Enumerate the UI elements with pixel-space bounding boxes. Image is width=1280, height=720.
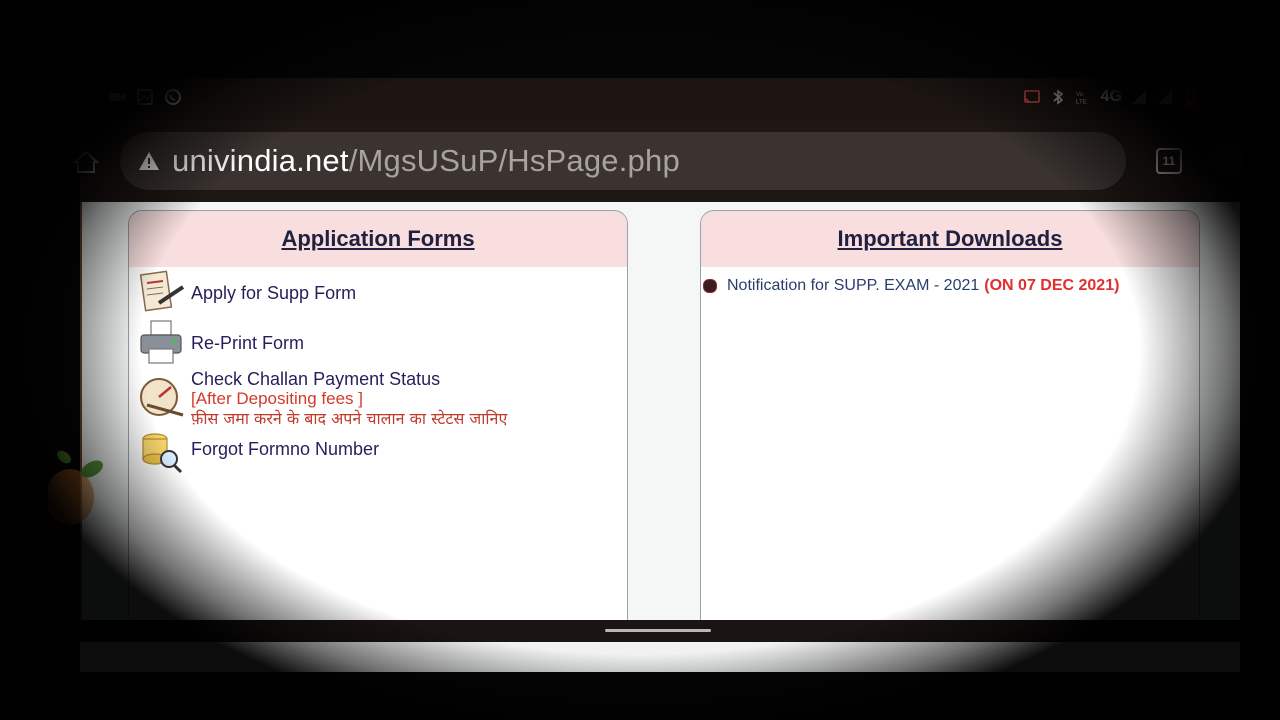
svg-text:LTE: LTE — [1076, 98, 1087, 105]
warning-icon[interactable] — [138, 150, 160, 172]
page-divider — [80, 202, 82, 620]
check-challan-status-link[interactable]: Check Challan Payment Status [After Depo… — [137, 369, 507, 429]
phone-screen: Vo LTE 4G univindia.net/MgsUSuP/HsPage.ph… — [0, 0, 1280, 720]
form-pen-icon — [137, 269, 185, 315]
bullet-icon — [703, 279, 717, 293]
address-bar[interactable]: univindia.net/MgsUSuP/HsPage.php — [120, 132, 1126, 190]
apply-supp-form-label: Apply for Supp Form — [191, 283, 357, 303]
status-right: Vo LTE 4G — [1023, 88, 1200, 106]
status-left — [108, 88, 182, 106]
search-database-icon — [137, 429, 185, 475]
printer-icon — [137, 319, 185, 365]
signal-icon — [1130, 88, 1148, 106]
browser-toolbar: univindia.net/MgsUSuP/HsPage.php 11 — [73, 120, 1244, 202]
volte-icon: Vo LTE — [1075, 88, 1093, 106]
reprint-form-link[interactable]: Re-Print Form — [137, 319, 304, 365]
important-downloads-title[interactable]: Important Downloads — [838, 226, 1063, 252]
notification-text[interactable]: Notification for SUPP. EXAM - 2021 — [727, 277, 979, 295]
whatsapp-icon — [164, 88, 182, 106]
notification-date: (ON 07 DEC 2021) — [984, 277, 1120, 294]
menu-button[interactable] — [1214, 146, 1244, 176]
after-depositing-note: [After Depositing fees ] — [191, 389, 363, 408]
gesture-nav-bar — [80, 620, 1240, 642]
signal-icon-2 — [1156, 88, 1174, 106]
network-type: 4G — [1100, 88, 1122, 105]
home-gesture-handle[interactable] — [605, 629, 711, 632]
gallery-icon — [136, 88, 154, 106]
panel-header: Application Forms — [129, 211, 627, 267]
application-forms-panel: Application Forms Apply for Supp Form Re… — [128, 210, 628, 620]
url-text[interactable]: univindia.net/MgsUSuP/HsPage.php — [172, 143, 680, 179]
url-domain: univindia.net — [172, 143, 349, 178]
home-button[interactable] — [66, 144, 106, 180]
svg-text:Vo: Vo — [1076, 91, 1084, 98]
bottom-page-strip — [80, 642, 1240, 672]
status-bar: Vo LTE 4G — [80, 78, 1240, 120]
check-challan-status-label: Check Challan Payment Status — [191, 369, 441, 389]
apply-supp-form-link[interactable]: Apply for Supp Form — [137, 269, 356, 315]
battery-icon — [1182, 88, 1200, 106]
important-downloads-panel: Important Downloads Notification for SUP… — [700, 210, 1200, 620]
tab-switcher-button[interactable]: 11 — [1156, 148, 1182, 174]
video-icon — [108, 88, 126, 106]
hindi-note: फ़ीस जमा करने के बाद अपने चालान का स्टेट… — [191, 409, 508, 428]
notification-item[interactable]: Notification for SUPP. EXAM - 2021 (ON 0… — [703, 277, 1119, 295]
home-icon — [73, 150, 99, 173]
fruit-decoration-icon — [46, 445, 108, 535]
panel-header: Important Downloads — [701, 211, 1199, 267]
gauge-icon — [137, 375, 185, 421]
web-page: Application Forms Apply for Supp Form Re… — [80, 202, 1240, 620]
url-path: /MgsUSuP/HsPage.php — [348, 143, 680, 178]
forgot-formno-label: Forgot Formno Number — [191, 439, 380, 459]
forgot-formno-link[interactable]: Forgot Formno Number — [137, 429, 379, 475]
application-forms-title[interactable]: Application Forms — [281, 226, 474, 252]
bluetooth-icon — [1049, 88, 1067, 106]
reprint-form-label: Re-Print Form — [191, 333, 305, 353]
cast-icon — [1023, 88, 1041, 106]
